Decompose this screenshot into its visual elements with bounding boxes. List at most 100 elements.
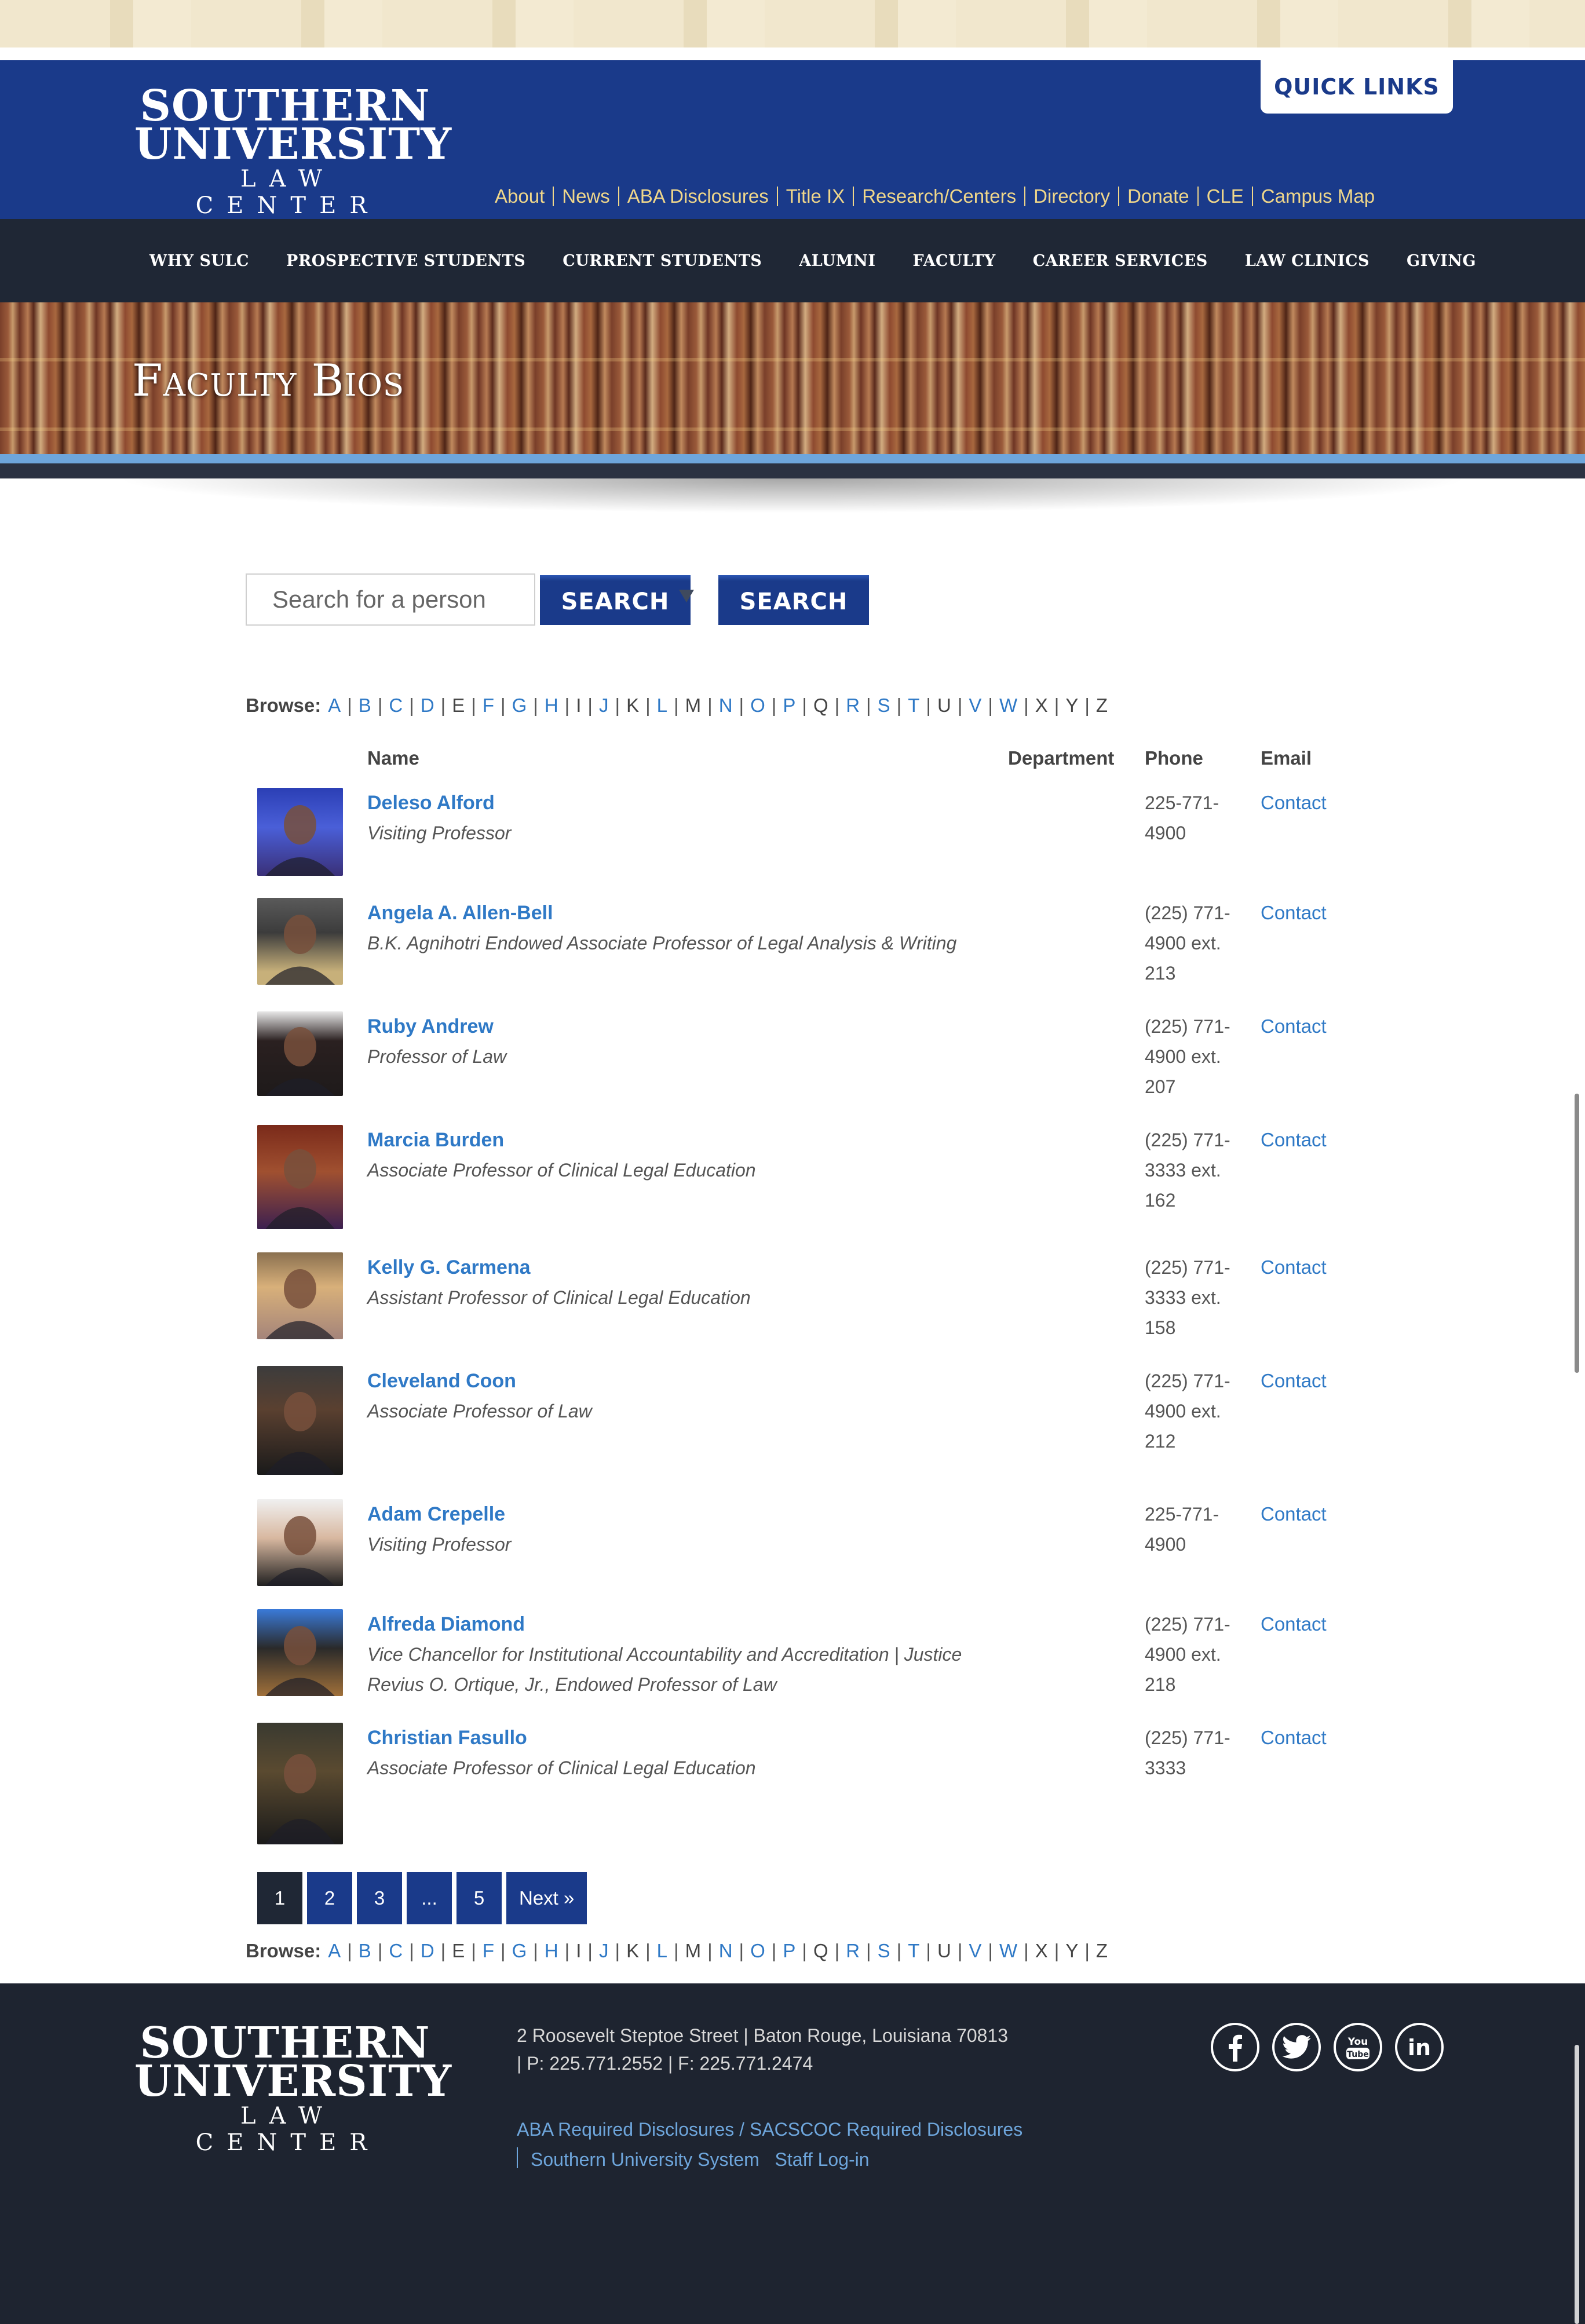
browse-top-letter-v[interactable]: V — [969, 695, 981, 717]
twitter-icon[interactable] — [1272, 2023, 1321, 2071]
browse-bottom-letter-n[interactable]: N — [719, 1940, 733, 1962]
nav-prospective-students[interactable]: PROSPECTIVE STUDENTS — [286, 252, 525, 270]
header-logo[interactable]: SOUTHERN UNIVERSITY LAW CENTER — [134, 85, 451, 219]
faculty-photo[interactable] — [257, 1366, 343, 1475]
browse-top-letter-n[interactable]: N — [719, 695, 733, 717]
faculty-photo[interactable] — [257, 788, 343, 876]
linkedin-icon[interactable]: in — [1395, 2023, 1444, 2071]
nav-current-students[interactable]: CURRENT STUDENTS — [563, 252, 762, 270]
page-scrollbar-thumb[interactable] — [1575, 1094, 1579, 1373]
search-button[interactable]: SEARCH — [540, 575, 691, 625]
browse-top-letter-h[interactable]: H — [545, 695, 558, 717]
contact-link[interactable]: Contact — [1261, 898, 1327, 928]
nav-career-services[interactable]: CAREER SERVICES — [1033, 252, 1208, 270]
nav-why-sulc[interactable]: WHY SULC — [149, 252, 249, 270]
browse-bottom-letter-t[interactable]: T — [908, 1940, 919, 1962]
browse-bottom-letter-s[interactable]: S — [878, 1940, 890, 1962]
browse-bottom-letter-w[interactable]: W — [999, 1940, 1017, 1962]
utility-link-directory[interactable]: Directory — [1024, 187, 1118, 206]
faculty-name[interactable]: Cleveland Coon — [367, 1366, 516, 1396]
utility-link-cle[interactable]: CLE — [1197, 187, 1252, 206]
faculty-name[interactable]: Adam Crepelle — [367, 1499, 505, 1529]
nav-faculty[interactable]: FACULTY — [913, 252, 996, 270]
browse-bottom-letter-j[interactable]: J — [599, 1940, 609, 1962]
browse-top-letter-f[interactable]: F — [483, 695, 494, 717]
faculty-name[interactable]: Angela A. Allen-Bell — [367, 898, 553, 928]
faculty-name[interactable]: Kelly G. Carmena — [367, 1252, 531, 1282]
faculty-name[interactable]: Christian Fasullo — [367, 1723, 527, 1753]
page-1[interactable]: 1 — [257, 1872, 302, 1924]
contact-link[interactable]: Contact — [1261, 1366, 1327, 1396]
browse-bottom-letter-o[interactable]: O — [750, 1940, 765, 1962]
contact-link[interactable]: Contact — [1261, 1723, 1327, 1753]
dropdown-caret-icon[interactable] — [679, 590, 694, 602]
utility-link-news[interactable]: News — [553, 187, 618, 206]
browse-bottom-letter-c[interactable]: C — [389, 1940, 403, 1962]
contact-link[interactable]: Contact — [1261, 1011, 1327, 1042]
footer-link-su-system[interactable]: Southern University System — [531, 2149, 759, 2170]
faculty-name[interactable]: Alfreda Diamond — [367, 1609, 525, 1639]
browse-bottom-letter-b[interactable]: B — [359, 1940, 371, 1962]
footer-link-staff-login[interactable]: Staff Log-in — [775, 2149, 869, 2170]
footer-logo[interactable]: SOUTHERN UNIVERSITY LAW CENTER — [134, 2022, 451, 2156]
contact-link[interactable]: Contact — [1261, 1499, 1327, 1529]
utility-link-donate[interactable]: Donate — [1118, 187, 1197, 206]
contact-link[interactable]: Contact — [1261, 1252, 1327, 1282]
faculty-name[interactable]: Deleso Alford — [367, 788, 495, 818]
footer-link-disclosures[interactable]: ABA Required Disclosures / SACSCOC Requi… — [517, 2119, 1022, 2140]
contact-link[interactable]: Contact — [1261, 1609, 1327, 1639]
faculty-name[interactable]: Marcia Burden — [367, 1125, 504, 1155]
browse-bottom-letter-a[interactable]: A — [328, 1940, 341, 1962]
browse-top-letter-d[interactable]: D — [421, 695, 434, 717]
browse-top-letter-r[interactable]: R — [846, 695, 860, 717]
nav-law-clinics[interactable]: LAW CLINICS — [1245, 252, 1369, 270]
youtube-icon[interactable]: You Tube — [1334, 2023, 1382, 2071]
utility-link-aba-disclosures[interactable]: ABA Disclosures — [618, 187, 777, 206]
faculty-photo[interactable] — [257, 1723, 343, 1844]
page-2[interactable]: 2 — [307, 1872, 352, 1924]
search-button-secondary[interactable]: SEARCH — [718, 575, 869, 625]
browse-top-letter-w[interactable]: W — [999, 695, 1017, 717]
browse-top-letter-g[interactable]: G — [512, 695, 527, 717]
browse-top-letter-t[interactable]: T — [908, 695, 919, 717]
browse-top-letter-l[interactable]: L — [657, 695, 667, 717]
browse-top-letter-c[interactable]: C — [389, 695, 403, 717]
utility-link-title-ix[interactable]: Title IX — [776, 187, 853, 206]
contact-link[interactable]: Contact — [1261, 1125, 1327, 1155]
nav-giving[interactable]: GIVING — [1407, 252, 1476, 270]
footer-scrollbar-thumb[interactable] — [1575, 2045, 1579, 2324]
browse-bottom-letter-l[interactable]: L — [657, 1940, 667, 1962]
browse-bottom-letter-r[interactable]: R — [846, 1940, 860, 1962]
nav-alumni[interactable]: ALUMNI — [799, 252, 875, 270]
utility-link-about[interactable]: About — [495, 187, 553, 206]
browse-bottom-letter-p[interactable]: P — [783, 1940, 795, 1962]
faculty-photo[interactable] — [257, 1011, 343, 1096]
browse-top-letter-s[interactable]: S — [878, 695, 890, 717]
browse-top-letter-p[interactable]: P — [783, 695, 795, 717]
faculty-photo[interactable] — [257, 1609, 343, 1696]
faculty-photo[interactable] — [257, 1499, 343, 1586]
facebook-icon[interactable] — [1211, 2023, 1259, 2071]
page-5[interactable]: 5 — [456, 1872, 502, 1924]
browse-bottom-letter-g[interactable]: G — [512, 1940, 527, 1962]
faculty-photo[interactable] — [257, 1125, 343, 1229]
next-page-button[interactable]: Next » — [506, 1872, 587, 1924]
search-input[interactable]: Search for a person — [246, 573, 535, 626]
faculty-photo[interactable] — [257, 898, 343, 985]
utility-link-research-centers[interactable]: Research/Centers — [853, 187, 1024, 206]
browse-bottom-letter-v[interactable]: V — [969, 1940, 981, 1962]
browse-bottom-letter-d[interactable]: D — [421, 1940, 434, 1962]
browse-top-letter-j[interactable]: J — [599, 695, 609, 717]
faculty-photo[interactable] — [257, 1252, 343, 1339]
page-ellipsis[interactable]: ... — [407, 1872, 452, 1924]
faculty-name[interactable]: Ruby Andrew — [367, 1011, 494, 1042]
contact-link[interactable]: Contact — [1261, 788, 1327, 818]
quick-links-button[interactable]: QUICK LINKS — [1261, 60, 1453, 114]
browse-top-letter-a[interactable]: A — [328, 695, 341, 717]
browse-top-letter-o[interactable]: O — [750, 695, 765, 717]
utility-link-campus-map[interactable]: Campus Map — [1251, 187, 1383, 206]
browse-top-letter-b[interactable]: B — [359, 695, 371, 717]
browse-bottom-letter-h[interactable]: H — [545, 1940, 558, 1962]
page-3[interactable]: 3 — [357, 1872, 402, 1924]
browse-bottom-letter-f[interactable]: F — [483, 1940, 494, 1962]
